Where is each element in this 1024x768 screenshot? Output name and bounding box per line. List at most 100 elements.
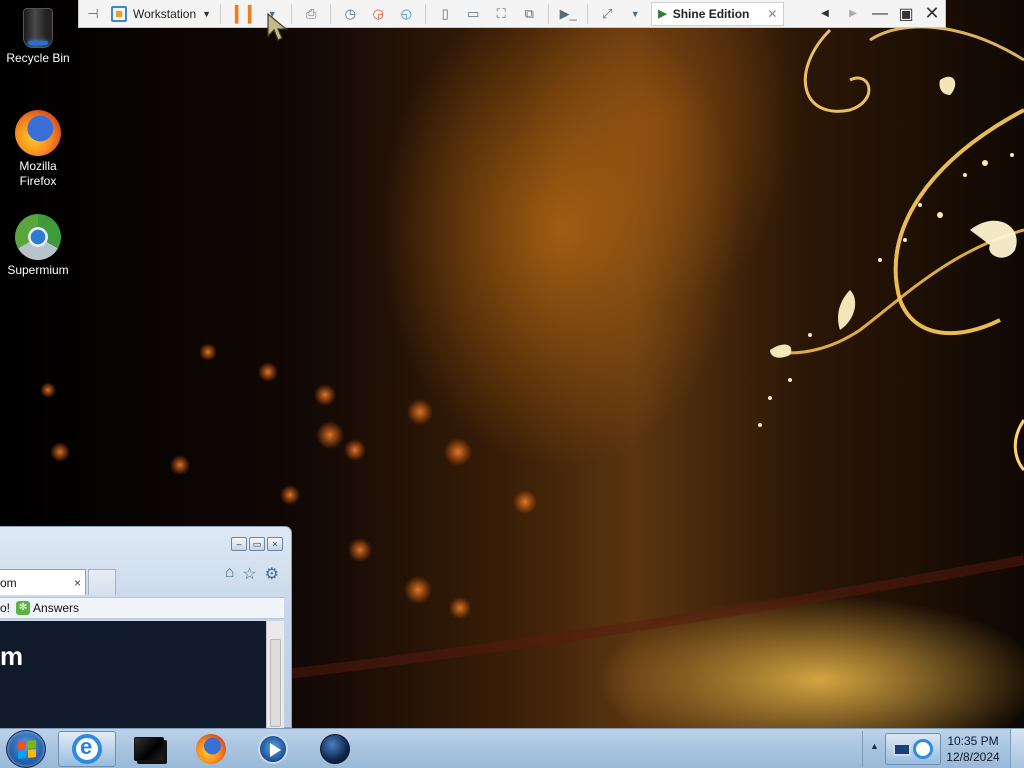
scroll-tabs-left-button[interactable]: ◀ <box>814 2 836 26</box>
toolbar-divider <box>548 3 550 24</box>
workstation-menu[interactable]: Workstation ▼ <box>107 5 215 22</box>
toolbar-right-group: ◀ ▶ — ▣ ✕ <box>811 2 945 26</box>
console-view-button[interactable]: ▶_ <box>557 2 579 26</box>
browser-tab-title: om <box>0 575 17 590</box>
snapshot-manager-icon: ◵ <box>400 5 412 21</box>
minimize-button[interactable]: — <box>867 2 893 26</box>
start-button[interactable] <box>6 730 46 768</box>
pause-vm-button[interactable]: ❙❙ <box>229 2 257 26</box>
snapshot-manager-button[interactable]: ◵ <box>395 2 417 26</box>
new-tab-button[interactable] <box>88 569 116 595</box>
keyboard-icon: ⎙ <box>306 5 317 21</box>
full-screen-icon: ⛶ <box>496 5 506 21</box>
taskbar-app-globe[interactable] <box>306 731 364 767</box>
show-hidden-icons-button[interactable]: ▲ <box>870 741 879 751</box>
chevron-down-icon: ▼ <box>202 8 212 19</box>
mouse-cursor-icon <box>267 12 288 41</box>
page-content: m <box>0 621 266 729</box>
taskbar-app-internet-explorer[interactable] <box>58 731 116 767</box>
workstation-label: Workstation <box>133 6 197 21</box>
favorites-star-icon[interactable]: ☆ <box>242 564 256 584</box>
view-options-dropdown[interactable]: ▼ <box>624 2 646 26</box>
media-player-icon <box>258 734 288 764</box>
unity-button[interactable]: ⧉ <box>518 2 540 26</box>
desktop-icon-supermium[interactable]: Supermium <box>0 214 76 278</box>
clock-time: 10:35 PM <box>947 734 999 748</box>
desktop-icon-label-line1: Mozilla <box>19 159 57 173</box>
browser-tab[interactable]: om × <box>0 569 86 595</box>
close-tab-icon[interactable]: × <box>74 576 81 590</box>
stretch-icon: ⤢ <box>602 5 613 21</box>
taskbar-app-media-player[interactable] <box>244 731 302 767</box>
vm-icon <box>134 737 164 761</box>
answers-icon: ✻ <box>16 601 31 615</box>
close-icon: ✕ <box>924 3 940 23</box>
clock-date: 12/8/2024 <box>946 750 1000 764</box>
restore-icon: ▭ <box>252 539 262 549</box>
show-thumbnail-bar-button[interactable]: ▭ <box>462 2 484 26</box>
vm-tab-label: Shine Edition <box>672 6 750 21</box>
toolbar-divider <box>220 3 222 24</box>
toolbar-divider <box>291 3 293 24</box>
close-tab-icon[interactable]: ✕ <box>767 7 777 21</box>
supermium-icon <box>15 214 61 260</box>
revert-snapshot-icon: ◶ <box>372 5 384 21</box>
firefox-icon <box>15 110 61 156</box>
chevron-left-icon: ◀ <box>821 8 829 19</box>
take-snapshot-button[interactable]: ◷ <box>339 2 361 26</box>
browser-tools: ⌂ ☆ ⚙ <box>225 564 279 584</box>
restore-button[interactable]: ▭ <box>249 537 265 551</box>
console-icon: ▶_ <box>559 5 577 21</box>
pin-toolbar-button[interactable]: ⊣ <box>82 2 104 26</box>
globe-icon <box>320 734 350 764</box>
restore-icon: ▣ <box>898 5 914 23</box>
close-button[interactable]: × <box>267 537 283 551</box>
close-icon: × <box>272 539 278 549</box>
page-heading-partial: m <box>0 641 24 671</box>
thumbnail-bar-icon: ▭ <box>467 5 480 21</box>
vm-running-icon: ▶ <box>658 8 667 20</box>
windows-logo-icon <box>18 740 36 759</box>
chevron-up-icon: ▲ <box>870 741 879 751</box>
desktop-icon-firefox[interactable]: Mozilla Firefox <box>0 110 76 189</box>
scrollbar-thumb[interactable] <box>270 639 281 727</box>
tray-network-item[interactable] <box>885 733 941 765</box>
vm-toolbar: ⊣ Workstation ▼ ❙❙ ▼ ⎙ ◷ ◶ ◵ ▯ ▭ ⛶ ⧉ ▶_ … <box>78 0 946 28</box>
toolbar-divider <box>587 3 589 24</box>
close-button[interactable]: ✕ <box>919 2 945 26</box>
favorites-item-answers[interactable]: Answers <box>33 601 79 615</box>
stretch-guest-button[interactable]: ⤢ <box>596 2 618 26</box>
pin-icon: ⊣ <box>87 5 99 21</box>
vm-tab-shine-edition[interactable]: ▶ Shine Edition ✕ <box>651 1 785 26</box>
revert-snapshot-button[interactable]: ◶ <box>367 2 389 26</box>
full-screen-button[interactable]: ⛶ <box>490 2 512 26</box>
toolbar-divider <box>425 3 427 24</box>
tray-divider <box>862 731 863 767</box>
restore-button[interactable]: ▣ <box>893 2 919 26</box>
taskbar-app-firefox[interactable] <box>182 731 240 767</box>
vertical-scrollbar[interactable] <box>266 621 284 729</box>
send-ctrl-alt-del-button[interactable]: ⎙ <box>300 2 322 26</box>
browser-window: – ▭ × om × ⌂ ☆ ⚙ o! ✻ Answers m <box>0 526 292 729</box>
gear-icon[interactable]: ⚙ <box>265 564 279 584</box>
show-desktop-button[interactable] <box>1010 729 1024 768</box>
desktop-icon-label: Recycle Bin <box>6 51 70 65</box>
recycle-bin-icon <box>23 8 53 48</box>
monitor-icon <box>893 742 911 756</box>
chevron-right-icon: ▶ <box>849 8 857 19</box>
firefox-icon <box>196 734 226 764</box>
minimize-icon: – <box>236 539 242 549</box>
system-clock[interactable]: 10:35 PM 12/8/2024 <box>944 733 1002 765</box>
taskbar-app-vmware[interactable] <box>120 731 178 767</box>
internet-explorer-tray-icon <box>913 739 933 759</box>
favorites-item-partial[interactable]: o! <box>0 601 10 615</box>
chevron-down-icon: ▼ <box>630 8 640 19</box>
library-panel-icon: ▯ <box>441 5 449 21</box>
show-library-button[interactable]: ▯ <box>434 2 456 26</box>
unity-icon: ⧉ <box>524 5 534 21</box>
minimize-button[interactable]: – <box>231 537 247 551</box>
home-icon[interactable]: ⌂ <box>225 564 235 584</box>
scroll-tabs-right-button[interactable]: ▶ <box>842 2 864 26</box>
vmware-logo-icon <box>111 5 127 22</box>
desktop-icon-recycle-bin[interactable]: Recycle Bin <box>0 8 76 66</box>
